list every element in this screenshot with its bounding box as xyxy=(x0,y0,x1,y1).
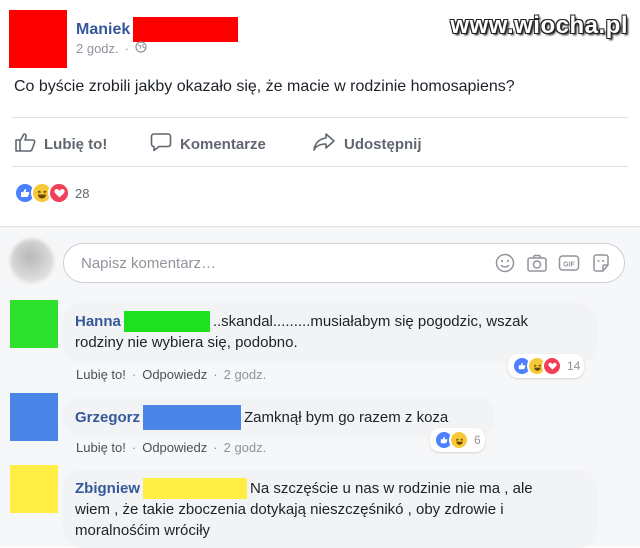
commenter-name[interactable]: Zbigniew xyxy=(75,478,140,499)
comment-bubble: Grzegorz Zamknął bym go razem z koza xyxy=(63,397,495,437)
sep: · xyxy=(213,440,218,455)
reaction-count: 28 xyxy=(75,185,90,201)
thumbs-up-icon xyxy=(14,132,36,156)
sep: · xyxy=(131,440,137,455)
speech-bubble-icon xyxy=(150,132,172,156)
name-redaction xyxy=(143,478,247,499)
comment-time[interactable]: 2 godz. xyxy=(224,440,267,455)
comment-reactions[interactable]: 6 xyxy=(430,428,485,452)
emoji-icon[interactable] xyxy=(494,252,516,274)
post-reactions-summary[interactable]: 28 xyxy=(14,182,89,204)
comment-bubble: Zbigniew Na szczęście u nas w rodzinie n… xyxy=(63,470,597,548)
comment-reaction-count: 14 xyxy=(567,359,581,373)
like-button[interactable]: Lubię to! xyxy=(14,132,107,156)
post-author-avatar[interactable] xyxy=(9,10,67,68)
comment-text-cont: rodziny nie wybiera się, podobno. xyxy=(75,334,298,351)
meta-dot: · xyxy=(124,41,129,56)
comment-button[interactable]: Komentarze xyxy=(150,132,266,156)
comment-label: Komentarze xyxy=(180,135,266,153)
commenter-avatar[interactable] xyxy=(10,393,58,441)
watermark: www.wiocha.pl xyxy=(450,12,628,39)
sep: · xyxy=(213,367,218,382)
love-reaction-icon xyxy=(542,356,562,376)
comment-text-cont: moralnośćim wróciły xyxy=(75,522,211,539)
comment-actions: Lubię to! · Odpowiedz · 2 godz. xyxy=(76,367,266,382)
comment-input[interactable] xyxy=(79,253,484,273)
like-label: Lubię to! xyxy=(44,135,108,153)
name-redaction xyxy=(133,17,239,42)
comment-like-link[interactable]: Lubię to! xyxy=(76,440,126,455)
comment-text: Na szczęście u nas w rodzinie nie ma , a… xyxy=(250,480,533,497)
share-arrow-icon xyxy=(312,132,336,156)
comment-composer[interactable]: GIF xyxy=(63,243,625,283)
sep: · xyxy=(131,367,137,382)
comment-reply-link[interactable]: Odpowiedz xyxy=(142,367,207,382)
comment-text: ..skandal.........musiałabym się pogodzi… xyxy=(212,313,528,330)
camera-icon[interactable] xyxy=(526,252,548,274)
post-time[interactable]: 2 godz. xyxy=(76,41,119,56)
svg-text:GIF: GIF xyxy=(563,262,575,269)
comment-first-line: Zbigniew Na szczęście u nas w rodzinie n… xyxy=(75,478,585,499)
commenter-name[interactable]: Hanna xyxy=(75,311,121,332)
comment-reply-link[interactable]: Odpowiedz xyxy=(142,440,207,455)
comment-first-line: Hanna ..skandal.........musiałabym się p… xyxy=(75,311,585,332)
post-meta: 2 godz. · xyxy=(76,41,147,56)
author-name-text[interactable]: Maniek xyxy=(76,21,130,39)
share-label: Udostępnij xyxy=(344,135,422,153)
comment-text-cont: wiem , że takie zboczenia dotykają niesz… xyxy=(75,501,504,518)
comment-text: Zamknął bym go razem z koza xyxy=(244,409,449,426)
comment-reactions[interactable]: 14 xyxy=(508,354,585,378)
love-reaction-icon xyxy=(48,182,70,204)
commenter-name[interactable]: Grzegorz xyxy=(75,407,140,428)
gif-icon[interactable]: GIF xyxy=(558,252,580,274)
commenter-avatar[interactable] xyxy=(10,300,58,348)
name-redaction xyxy=(143,405,242,430)
comment-like-link[interactable]: Lubię to! xyxy=(76,367,126,382)
post-author-name[interactable]: Maniek xyxy=(76,17,239,42)
comment-time[interactable]: 2 godz. xyxy=(224,367,267,382)
commenter-avatar[interactable] xyxy=(10,465,58,513)
sticker-icon[interactable] xyxy=(590,252,612,274)
comment-first-line: Grzegorz Zamknął bym go razem z koza xyxy=(75,405,483,430)
comment-actions: Lubię to! · Odpowiedz · 2 godz. xyxy=(76,440,266,455)
comment-reaction-count: 6 xyxy=(474,433,481,447)
divider-comments xyxy=(0,226,640,227)
globe-icon xyxy=(135,41,147,56)
current-user-avatar xyxy=(10,239,54,283)
divider-mid xyxy=(12,166,628,167)
divider-top xyxy=(12,117,628,118)
name-redaction xyxy=(123,311,210,332)
post-body: Co byście zrobili jakby okazało się, że … xyxy=(14,78,515,95)
share-button[interactable]: Udostępnij xyxy=(312,132,422,156)
haha-reaction-icon xyxy=(449,430,469,450)
